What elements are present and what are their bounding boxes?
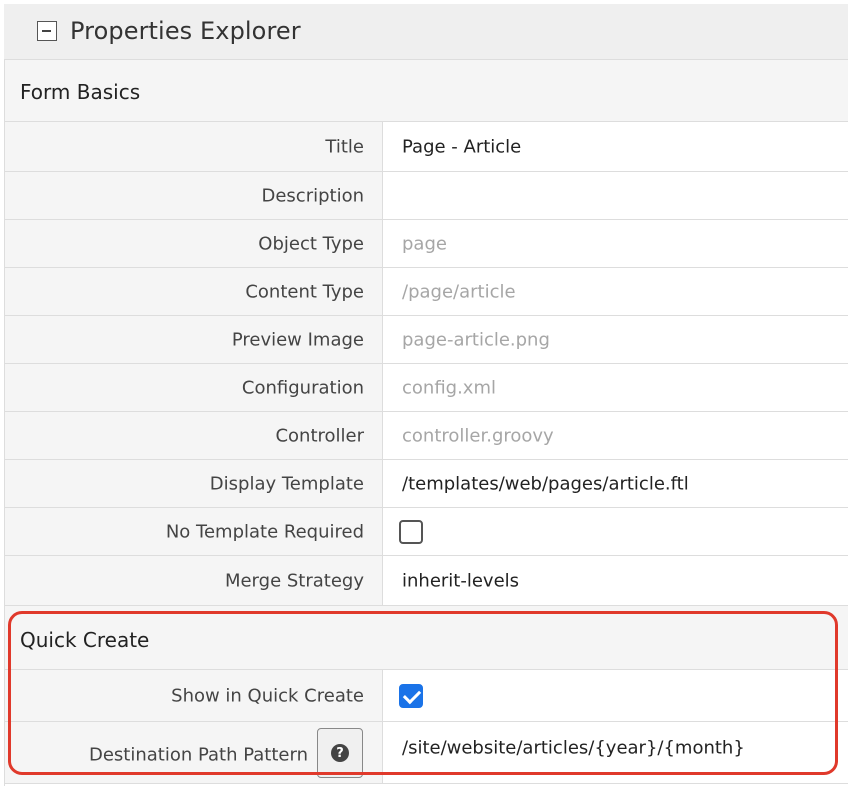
field-label: Title — [325, 136, 364, 157]
row-show-in-quick-create: Show in Quick Create — [5, 670, 848, 722]
show-in-quick-create-checkbox[interactable] — [399, 683, 423, 708]
row-no-template-required: No Template Required — [5, 508, 848, 556]
field-label: No Template Required — [165, 521, 364, 542]
section-title: Form Basics — [20, 80, 141, 104]
properties-explorer-header: Properties Explorer — [4, 4, 848, 60]
field-label: Preview Image — [231, 329, 364, 350]
row-title: Title Page - Article — [5, 122, 848, 172]
field-label: Show in Quick Create — [171, 685, 364, 706]
row-merge-strategy: Merge Strategy inherit-levels — [5, 556, 848, 606]
configuration-value: config.xml — [402, 377, 496, 398]
display-template-value[interactable]: /templates/web/pages/article.ftl — [402, 473, 689, 494]
field-label: Description — [261, 185, 364, 206]
row-description: Description — [5, 172, 848, 220]
merge-strategy-value[interactable]: inherit-levels — [402, 570, 519, 591]
help-button[interactable]: ? — [317, 728, 363, 778]
field-label: Object Type — [258, 233, 364, 254]
field-label: Content Type — [245, 281, 364, 302]
question-circle-icon: ? — [331, 744, 349, 762]
row-configuration: Configuration config.xml — [5, 364, 848, 412]
panel-title: Properties Explorer — [70, 17, 301, 45]
field-label: Destination Path Pattern — [88, 744, 308, 766]
properties-table: Form Basics Title Page - Article Descrip… — [4, 60, 848, 786]
section-quick-create: Quick Create — [5, 606, 848, 670]
row-controller: Controller controller.groovy — [5, 412, 848, 460]
destination-path-pattern-value[interactable]: /site/website/articles/{year}/{month} — [402, 738, 745, 759]
row-content-type: Content Type /page/article — [5, 268, 848, 316]
field-label: Configuration — [241, 377, 364, 398]
section-form-basics: Form Basics — [5, 60, 848, 122]
section-title: Quick Create — [20, 628, 150, 652]
row-display-template: Display Template /templates/web/pages/ar… — [5, 460, 848, 508]
row-preview-image: Preview Image page-article.png — [5, 316, 848, 364]
field-label: Display Template — [209, 473, 364, 494]
object-type-value: page — [402, 233, 447, 254]
row-object-type: Object Type page — [5, 220, 848, 268]
row-destination-path-pattern: Destination Path Pattern ? /site/website… — [5, 722, 848, 784]
controller-value: controller.groovy — [402, 425, 554, 446]
content-type-value: /page/article — [402, 281, 516, 302]
field-label: Controller — [275, 425, 364, 446]
title-value[interactable]: Page - Article — [402, 136, 521, 157]
no-template-required-checkbox[interactable] — [399, 519, 423, 544]
field-label: Merge Strategy — [224, 570, 364, 591]
preview-image-value: page-article.png — [402, 329, 550, 350]
collapse-icon[interactable] — [37, 21, 57, 41]
